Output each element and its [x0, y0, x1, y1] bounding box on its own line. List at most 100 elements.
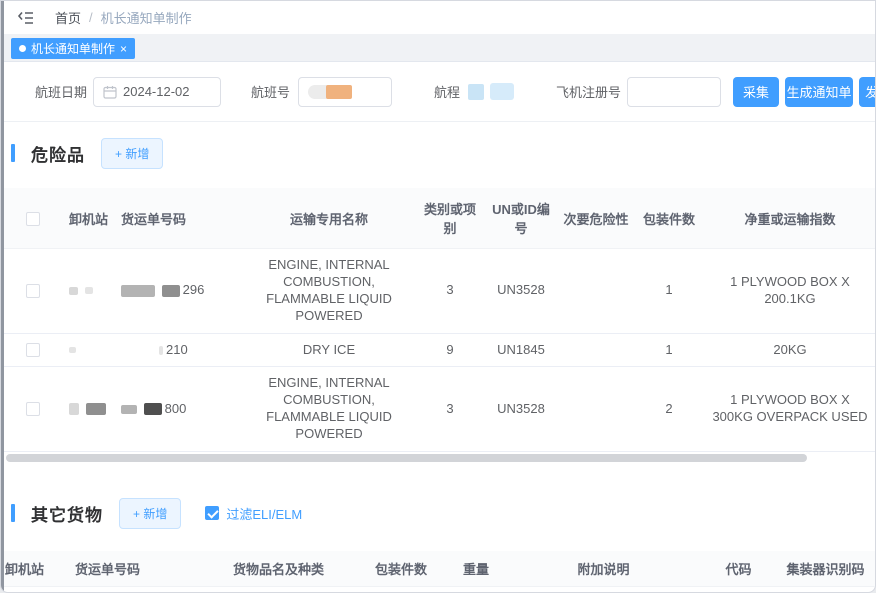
station-cell: [65, 367, 117, 452]
breadcrumb: 首页 / 机长通知单制作: [55, 8, 192, 27]
aircraft-reg-input[interactable]: [627, 77, 721, 107]
other-cargo-section-header: 其它货物 + 新增 过滤ELI/ELM: [11, 498, 875, 528]
tab-bar: 机长通知单制作 ×: [1, 34, 875, 62]
flight-date-label: 航班日期: [35, 82, 87, 101]
select-all-checkbox[interactable]: [26, 212, 40, 226]
generate-notice-button[interactable]: 生成通知单: [785, 77, 853, 107]
goods-name-cell: BORTEZOMIB: [201, 587, 356, 593]
table-row: 0 BORTEZOMIB 1 25 KEEP FROZEN -20~-10℃ F…: [1, 587, 875, 593]
redacted-block: [86, 403, 106, 415]
filter-checkbox-checked[interactable]: [205, 506, 219, 520]
waybill-cell: 296: [117, 249, 241, 334]
section-accent-bar: [11, 144, 15, 162]
waybill-cell: 800: [117, 367, 241, 452]
col-header: 附加说明: [506, 551, 701, 587]
col-header: 包装件数: [356, 551, 446, 587]
packages-cell: 1: [633, 249, 705, 334]
col-header: 代码: [701, 551, 776, 587]
dangerous-goods-title: 危险品: [31, 141, 85, 166]
proper-name-cell: ENGINE, INTERNAL COMBUSTION, FLAMMABLE L…: [241, 249, 417, 334]
waybill-cell: 210: [117, 333, 241, 367]
horizontal-scrollbar: [6, 454, 867, 462]
tab-close-icon[interactable]: ×: [120, 43, 127, 55]
redacted-block: [144, 403, 162, 415]
dangerous-goods-section-header: 危险品 + 新增: [11, 138, 875, 168]
weight-cell: 25: [446, 587, 506, 593]
flight-date-input[interactable]: 2024-12-02: [93, 77, 221, 107]
col-header: 净重或运输指数: [705, 188, 875, 249]
un-id-cell: UN3528: [483, 249, 559, 334]
top-bar: 首页 / 机长通知单制作: [1, 1, 875, 34]
table-row: 210 DRY ICE 9 UN1845 1 20KG: [1, 333, 875, 367]
waybill-visible-text: 296: [183, 282, 205, 297]
redacted-block: [162, 285, 180, 297]
redacted-block: [326, 85, 352, 99]
tab-captain-notice[interactable]: 机长通知单制作 ×: [11, 38, 135, 59]
redacted-block: [69, 347, 76, 353]
collapsed-sidebar-edge: [1, 1, 4, 592]
app-window: 首页 / 机长通知单制作 机长通知单制作 × 航班日期 2024-12-02 航…: [0, 0, 876, 593]
active-tab-dot-icon: [19, 45, 26, 52]
flight-no-label: 航班号: [251, 82, 290, 101]
dangerous-goods-table: 卸机站 货运单号码 运输专用名称 类别或项别 UN或ID编号 次要危险性 包装件…: [1, 188, 875, 452]
redacted-block: [121, 405, 137, 414]
other-cargo-table: 卸机站 货运单号码 货物品名及种类 包装件数 重量 附加说明 代码 集装器识别码…: [1, 551, 875, 593]
col-header: 货运单号码: [117, 188, 241, 249]
breadcrumb-current: 机长通知单制作: [101, 8, 192, 27]
proper-name-cell: DRY ICE: [241, 333, 417, 367]
horizontal-scrollbar-thumb[interactable]: [6, 454, 807, 462]
col-header: 卸机站: [1, 551, 71, 587]
redacted-block: [468, 84, 484, 100]
calendar-icon: [103, 85, 117, 99]
flight-date-value: 2024-12-02: [123, 84, 190, 99]
net-weight-cell: 1 PLYWOOD BOX X 300KG OVERPACK USED: [705, 367, 875, 452]
section-accent-bar: [11, 504, 15, 522]
redacted-block: [69, 403, 79, 415]
table-row: 296 ENGINE, INTERNAL COMBUSTION, FLAMMAB…: [1, 249, 875, 334]
col-header: 货运单号码: [71, 551, 201, 587]
breadcrumb-separator: /: [89, 10, 93, 25]
col-header: 包装件数: [633, 188, 705, 249]
col-header: 运输专用名称: [241, 188, 417, 249]
col-header: 货物品名及种类: [201, 551, 356, 587]
search-toolbar: 航班日期 2024-12-02 航班号 航程 飞机注册号 采集 生成通知单 发: [1, 62, 875, 122]
filter-checkbox-label: 过滤ELI/ELM: [226, 504, 302, 523]
route-value: [468, 83, 514, 100]
redacted-block: [69, 287, 78, 295]
note-cell: KEEP FROZEN -20~-10℃: [506, 587, 701, 593]
packages-cell: 1: [633, 333, 705, 367]
sub-risk-cell: [559, 367, 633, 452]
aircraft-reg-label: 飞机注册号: [556, 82, 621, 101]
other-cargo-add-button[interactable]: + 新增: [119, 498, 181, 529]
redacted-block: [85, 287, 93, 294]
sidebar-fold-icon[interactable]: [17, 9, 35, 27]
station-cell: [1, 587, 71, 593]
filter-eli-elm[interactable]: 过滤ELI/ELM: [205, 504, 302, 523]
class-cell: 3: [417, 249, 483, 334]
proper-name-cell: ENGINE, INTERNAL COMBUSTION, FLAMMABLE L…: [241, 367, 417, 452]
collect-button[interactable]: 采集: [733, 77, 779, 107]
col-header: 重量: [446, 551, 506, 587]
flight-no-input[interactable]: [298, 77, 392, 107]
waybill-visible-text: 800: [165, 401, 187, 416]
table-header-row: 卸机站 货运单号码 运输专用名称 类别或项别 UN或ID编号 次要危险性 包装件…: [1, 188, 875, 249]
clipped-send-button[interactable]: 发: [859, 77, 876, 107]
sub-risk-cell: [559, 249, 633, 334]
col-header: UN或ID编号: [483, 188, 559, 249]
class-cell: 9: [417, 333, 483, 367]
row-checkbox[interactable]: [26, 284, 40, 298]
table-header-row: 卸机站 货运单号码 货物品名及种类 包装件数 重量 附加说明 代码 集装器识别码: [1, 551, 875, 587]
packages-cell: 2: [633, 367, 705, 452]
row-checkbox[interactable]: [26, 402, 40, 416]
dangerous-goods-add-button[interactable]: + 新增: [101, 138, 163, 169]
un-id-cell: UN1845: [483, 333, 559, 367]
class-cell: 3: [417, 367, 483, 452]
net-weight-cell: 20KG: [705, 333, 875, 367]
table-row: 800 ENGINE, INTERNAL COMBUSTION, FLAMMAB…: [1, 367, 875, 452]
code-cell: FRO: [701, 587, 776, 593]
row-checkbox[interactable]: [26, 343, 40, 357]
sub-risk-cell: [559, 333, 633, 367]
station-cell: [65, 249, 117, 334]
un-id-cell: UN3528: [483, 367, 559, 452]
breadcrumb-home[interactable]: 首页: [55, 8, 81, 27]
